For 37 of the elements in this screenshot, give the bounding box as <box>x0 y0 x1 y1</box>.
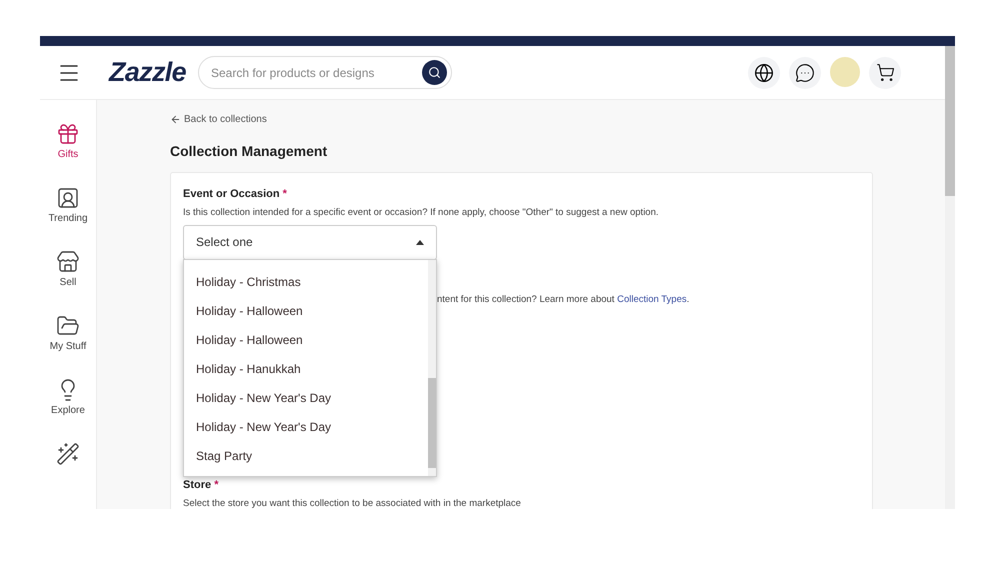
help-text: ntent for this collection? Learn more about Collection Types. <box>437 294 690 305</box>
store-icon <box>56 250 80 274</box>
search-input[interactable]: Search for products or designs <box>210 64 422 82</box>
sidebar-item[interactable]: Sell <box>56 250 80 289</box>
sidebar-item[interactable]: Explore <box>51 378 85 417</box>
field-label: Store * <box>183 478 220 493</box>
help-text: Select the store you want this collection to be associated with in the marketplace <box>183 496 522 509</box>
wand-icon <box>56 442 80 466</box>
dropdown-option[interactable]: Holiday - Christmas <box>184 267 428 296</box>
sidebar-item[interactable]: Trending <box>48 186 88 225</box>
caret-icon <box>416 240 424 245</box>
chat-icon <box>795 62 815 82</box>
arrow-left-icon <box>170 114 181 125</box>
globe-icon <box>754 62 774 82</box>
help-text: Is this collection intended for a specific event or occasion? If none apply, choose "Other" to suggest a new option. <box>183 206 660 220</box>
back-link[interactable]: Back to collections <box>170 112 945 127</box>
logo[interactable]: Zazzle <box>109 52 186 93</box>
sidebar-item[interactable]: Gifts <box>56 122 80 161</box>
field-label: Event or Occasion * <box>183 187 288 202</box>
gift-icon <box>56 122 80 146</box>
sidebar-item[interactable]: My Stuff <box>50 314 86 353</box>
dropdown-option[interactable]: Holiday - New Year's Day <box>184 412 428 441</box>
dropdown-option[interactable]: Holiday - New Year's Day <box>184 383 428 412</box>
cart-button[interactable] <box>869 56 901 88</box>
globe-button[interactable] <box>748 56 780 88</box>
collection-types-link[interactable]: Collection Types <box>617 294 687 305</box>
dropdown-option[interactable]: Holiday - Hanukkah <box>184 354 428 383</box>
cart-icon <box>876 63 894 82</box>
dropdown-option[interactable]: Holiday - Halloween <box>184 325 428 354</box>
chat-button[interactable] <box>789 56 821 88</box>
search-button[interactable] <box>422 60 447 85</box>
dropdown-option[interactable]: Holiday - Halloween <box>184 296 428 325</box>
search-icon <box>428 66 441 79</box>
dropdown-option[interactable]: Stag Party <box>184 441 428 470</box>
page-title: Collection Management <box>170 142 328 161</box>
search-field[interactable]: Search for products or designs <box>198 56 452 89</box>
sidebar-item[interactable] <box>56 442 80 466</box>
